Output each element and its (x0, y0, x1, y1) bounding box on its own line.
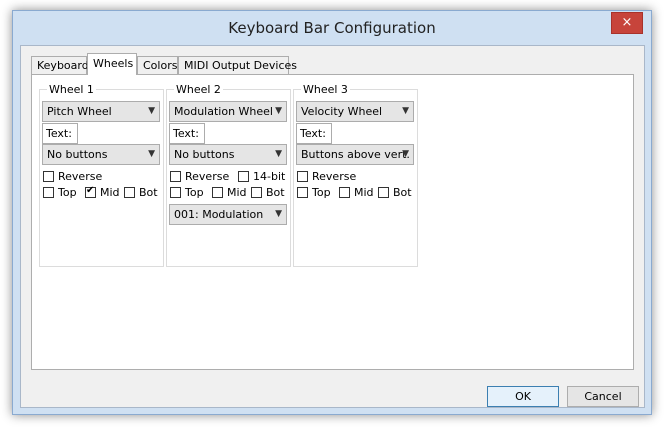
wheel-1-type-value: Pitch Wheel (47, 105, 112, 118)
wheel-2-mid-label: Mid (227, 185, 247, 199)
tab-colors[interactable]: Colors (137, 56, 178, 74)
chevron-down-icon: ▼ (275, 209, 282, 219)
wheel-2-text-label: Text: (173, 127, 199, 140)
wheel-2-controller-value: 001: Modulation (174, 208, 264, 221)
chevron-down-icon: ▼ (275, 106, 282, 116)
tab-midi-output-devices[interactable]: MIDI Output Devices (178, 56, 297, 74)
wheel-1-reverse-label: Reverse (58, 169, 103, 183)
dialog-client-area: Keyboard Wheels Colors MIDI Output Devic… (20, 45, 645, 408)
wheel-3-bot-label: Bot (393, 185, 412, 199)
wheel-2-bot-checkbox[interactable]: Bot (251, 185, 285, 199)
wheels-tab-panel: Wheel 1 Pitch Wheel ▼ Text: No buttons ▼… (31, 74, 634, 370)
chevron-down-icon: ▼ (402, 149, 409, 159)
wheel-1-title: Wheel 1 (47, 83, 96, 96)
wheel-3-group: Wheel 3 Velocity Wheel ▼ Text: Buttons a… (293, 83, 418, 267)
checkbox-icon (212, 186, 223, 198)
chevron-down-icon: ▼ (402, 106, 409, 116)
wheel-3-text-row: Text: (296, 123, 414, 144)
wheel-3-title: Wheel 3 (301, 83, 350, 96)
wheel-2-buttons-select[interactable]: No buttons ▼ (169, 144, 287, 165)
wheel-2-top-label: Top (185, 185, 204, 199)
wheel-3-type-value: Velocity Wheel (301, 105, 383, 118)
checkbox-icon (170, 186, 181, 198)
wheel-3-mid-label: Mid (354, 185, 374, 199)
checkbox-icon (297, 170, 308, 182)
wheel-2-text-input[interactable] (204, 123, 287, 144)
checkbox-icon (43, 186, 54, 198)
wheel-3-text-input[interactable] (331, 123, 414, 144)
wheel-1-reverse-checkbox[interactable]: Reverse (43, 169, 102, 183)
wheel-3-mid-checkbox[interactable]: Mid (339, 185, 374, 199)
wheel-3-buttons-select[interactable]: Buttons above vert. ▼ (296, 144, 414, 165)
checkbox-icon (339, 186, 350, 198)
wheel-2-reverse-checkbox[interactable]: Reverse (170, 169, 229, 183)
wheel-1-buttons-value: No buttons (47, 148, 108, 161)
wheel-3-top-label: Top (312, 185, 331, 199)
wheel-1-top-checkbox[interactable]: Top (43, 185, 77, 199)
wheel-1-bot-checkbox[interactable]: Bot (124, 185, 158, 199)
wheel-1-text-input[interactable] (77, 123, 160, 144)
title-bar: Keyboard Bar Configuration × (13, 11, 651, 45)
wheel-2-group: Wheel 2 Modulation Wheel ▼ Text: No butt… (166, 83, 291, 267)
checkbox-icon (297, 186, 308, 198)
wheel-3-reverse-checkbox[interactable]: Reverse (297, 169, 356, 183)
wheel-3-reverse-label: Reverse (312, 169, 357, 183)
wheel-3-top-checkbox[interactable]: Top (297, 185, 331, 199)
wheel-1-bot-label: Bot (139, 185, 158, 199)
close-icon[interactable]: × (611, 12, 643, 34)
checkmark-icon (85, 185, 96, 198)
wheel-3-type-select[interactable]: Velocity Wheel ▼ (296, 101, 414, 122)
wheel-2-type-select[interactable]: Modulation Wheel ▼ (169, 101, 287, 122)
tab-keyboard[interactable]: Keyboard (31, 56, 89, 74)
tab-wheels[interactable]: Wheels (87, 53, 137, 75)
dialog-window: Keyboard Bar Configuration × Keyboard Wh… (12, 10, 652, 415)
wheel-1-type-select[interactable]: Pitch Wheel ▼ (42, 101, 160, 122)
wheel-1-buttons-select[interactable]: No buttons ▼ (42, 144, 160, 165)
wheel-2-14bit-label: 14-bit (253, 169, 286, 183)
checkbox-icon (124, 186, 135, 198)
wheel-1-text-label: Text: (46, 127, 72, 140)
wheel-2-type-value: Modulation Wheel (174, 105, 273, 118)
chevron-down-icon: ▼ (148, 106, 155, 116)
wheel-2-controller-select[interactable]: 001: Modulation ▼ (169, 204, 287, 225)
wheel-2-mid-checkbox[interactable]: Mid (212, 185, 247, 199)
wheel-1-mid-label: Mid (100, 185, 120, 199)
wheel-2-14bit-checkbox[interactable]: 14-bit (238, 169, 285, 183)
wheel-2-title: Wheel 2 (174, 83, 223, 96)
chevron-down-icon: ▼ (148, 149, 155, 159)
wheel-1-text-row: Text: (42, 123, 160, 144)
checkbox-icon (378, 186, 389, 198)
wheel-3-buttons-value: Buttons above vert. (301, 148, 410, 161)
wheel-2-top-checkbox[interactable]: Top (170, 185, 204, 199)
wheel-2-bot-label: Bot (266, 185, 285, 199)
wheel-1-group: Wheel 1 Pitch Wheel ▼ Text: No buttons ▼… (39, 83, 164, 267)
checkbox-icon (43, 170, 54, 182)
checkbox-icon (170, 170, 181, 182)
wheel-1-top-label: Top (58, 185, 77, 199)
wheel-2-buttons-value: No buttons (174, 148, 235, 161)
chevron-down-icon: ▼ (275, 149, 282, 159)
wheel-3-bot-checkbox[interactable]: Bot (378, 185, 412, 199)
wheel-3-text-label: Text: (300, 127, 326, 140)
ok-button[interactable]: OK (487, 386, 559, 407)
checkbox-icon (238, 170, 249, 182)
wheel-2-text-row: Text: (169, 123, 287, 144)
cancel-button[interactable]: Cancel (567, 386, 639, 407)
window-title: Keyboard Bar Configuration (228, 19, 436, 37)
checkbox-icon (251, 186, 262, 198)
wheel-1-mid-checkbox[interactable]: Mid (85, 185, 120, 199)
wheel-2-reverse-label: Reverse (185, 169, 230, 183)
